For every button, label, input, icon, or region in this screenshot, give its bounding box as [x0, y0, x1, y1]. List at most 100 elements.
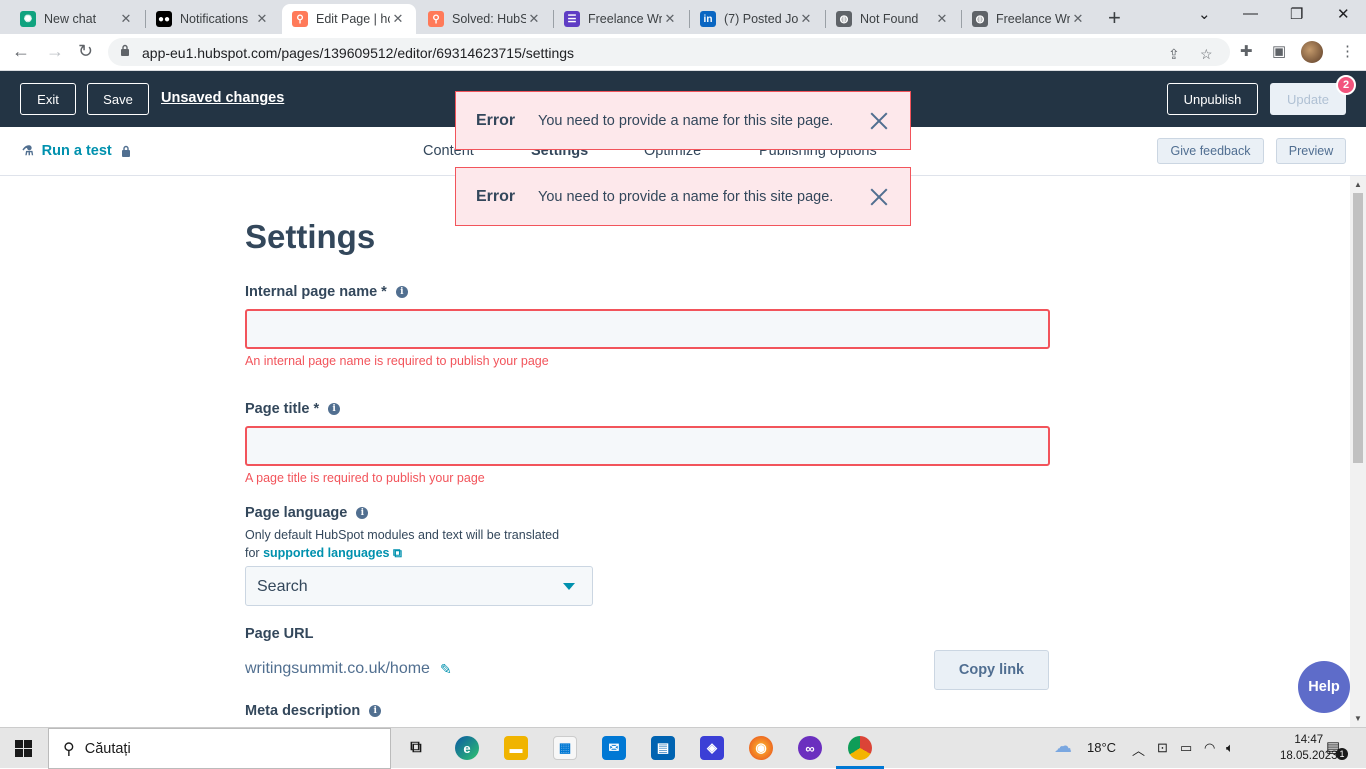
hubspot-icon: ⚲ — [428, 11, 444, 27]
close-icon[interactable] — [868, 186, 890, 208]
tab-title: Freelance Wri — [588, 12, 662, 26]
chrome-icon[interactable] — [848, 736, 872, 760]
weather-temperature[interactable]: 18°C — [1087, 740, 1116, 755]
store-icon[interactable]: ▦ — [553, 736, 577, 760]
windows-taskbar: ⚲ Căutați ⧉ e ▬ ▦ ✉ ▤ ◈ ◉ ∞ ☁ 18°C ︿ ⊡ ▭… — [0, 727, 1366, 769]
address-bar-row: ← → ↻ app-eu1.hubspot.com/pages/13960951… — [0, 34, 1366, 71]
unsaved-changes-link[interactable]: Unsaved changes — [161, 90, 284, 106]
taskbar-search-box[interactable]: ⚲ Căutați — [48, 728, 391, 769]
exit-button[interactable]: Exit — [20, 83, 76, 115]
help-button[interactable]: Help — [1298, 661, 1350, 713]
search-icon: ⚲ — [63, 740, 75, 758]
close-icon[interactable]: ✕ — [254, 11, 270, 27]
browser-tab-freelance-1[interactable]: ☰ Freelance Wri ✕ — [554, 4, 688, 34]
bookmark-star-icon[interactable]: ☆ — [1200, 46, 1213, 63]
taskbar-search-text: Căutați — [84, 740, 131, 757]
error-toast: Error You need to provide a name for thi… — [455, 91, 911, 150]
settings-panel: Settings Internal page name * i An inter… — [0, 176, 1350, 727]
restore-icon[interactable]: ❐ — [1290, 5, 1303, 23]
info-icon[interactable]: i — [395, 286, 408, 298]
tab-title: Freelance Wri — [996, 12, 1070, 26]
browser-tab-new-chat[interactable]: ✺ New chat ✕ — [10, 4, 144, 34]
profile-avatar[interactable] — [1301, 41, 1323, 63]
browser-tab-freelance-2[interactable]: ◍ Freelance Wri ✕ — [962, 4, 1096, 34]
app-hexagon-icon[interactable]: ◈ — [700, 736, 724, 760]
browser-tab-not-found[interactable]: ◍ Not Found ✕ — [826, 4, 960, 34]
internal-name-label-text: Internal page name * — [245, 284, 387, 300]
close-icon[interactable]: ✕ — [1070, 11, 1086, 27]
tab-search-chevron-icon[interactable]: ⌄ — [1198, 5, 1211, 23]
tab-title: Notifications — [180, 12, 249, 26]
browser-tab-linkedin[interactable]: in (7) Posted Jol ✕ — [690, 4, 824, 34]
app-icon[interactable]: ▤ — [651, 736, 675, 760]
internal-name-error: An internal page name is required to pub… — [245, 354, 549, 368]
page-title-input[interactable] — [245, 426, 1050, 466]
info-icon[interactable]: i — [356, 507, 369, 519]
page-language-select[interactable]: Search — [245, 566, 593, 606]
close-window-icon[interactable]: ✕ — [1337, 5, 1350, 23]
medium-icon: ●● — [156, 11, 172, 27]
app-mask-icon[interactable]: ∞ — [798, 736, 822, 760]
close-icon[interactable] — [868, 110, 890, 132]
battery-icon[interactable]: ▭ — [1180, 740, 1192, 756]
weather-cloud-icon[interactable]: ☁ — [1054, 736, 1072, 757]
chatgpt-icon: ✺ — [20, 11, 36, 27]
copy-link-button[interactable]: Copy link — [934, 650, 1049, 690]
back-arrow-icon[interactable]: ← — [12, 41, 30, 62]
reload-icon[interactable]: ↻ — [78, 41, 93, 62]
wifi-icon[interactable]: ◠ — [1204, 740, 1215, 756]
supported-languages-link-text: supported languages — [263, 546, 390, 560]
page-url-value: writingsummit.co.uk/home ✎ — [245, 660, 452, 678]
page-scrollbar[interactable]: ▲ ▼ — [1350, 176, 1366, 727]
file-explorer-icon[interactable]: ▬ — [504, 736, 528, 760]
task-view-icon[interactable]: ⧉ — [404, 736, 428, 760]
chevron-up-icon[interactable]: ︿ — [1132, 740, 1145, 759]
give-feedback-button[interactable]: Give feedback — [1157, 138, 1264, 164]
info-icon[interactable]: i — [369, 705, 382, 717]
internal-name-input[interactable] — [245, 309, 1050, 349]
close-icon[interactable]: ✕ — [118, 11, 134, 27]
caret-down-icon — [563, 583, 575, 590]
menu-kebab-icon[interactable]: ⋮ — [1340, 42, 1355, 60]
unpublish-button[interactable]: Unpublish — [1167, 83, 1258, 115]
url-omnibox[interactable]: app-eu1.hubspot.com/pages/139609512/edit… — [108, 38, 1230, 66]
info-icon[interactable]: i — [328, 403, 341, 415]
lock-icon — [121, 145, 130, 157]
new-tab-icon[interactable]: + — [1108, 5, 1121, 31]
share-icon[interactable]: ⇪ — [1168, 46, 1180, 63]
page-language-label: Page language i — [245, 505, 369, 521]
edge-icon[interactable]: e — [455, 736, 479, 760]
save-button[interactable]: Save — [87, 83, 149, 115]
mail-icon[interactable]: ✉ — [602, 736, 626, 760]
extensions-icon[interactable]: ✚ — [1240, 42, 1253, 60]
forward-arrow-icon[interactable]: → — [46, 41, 64, 62]
close-icon[interactable]: ✕ — [662, 11, 678, 27]
browser-tab-solved-hubspot[interactable]: ⚲ Solved: HubSp ✕ — [418, 4, 552, 34]
preview-button[interactable]: Preview — [1276, 138, 1346, 164]
run-a-test-label: Run a test — [41, 143, 112, 159]
supported-languages-link[interactable]: supported languages ⧉ — [263, 546, 402, 560]
language-help-prefix: for — [245, 546, 264, 560]
close-icon[interactable]: ✕ — [798, 11, 814, 27]
close-icon[interactable]: ✕ — [934, 11, 950, 27]
windows-start-icon[interactable] — [15, 740, 32, 757]
run-a-test-link[interactable]: ⚗ Run a test — [22, 143, 131, 159]
side-panel-icon[interactable]: ▣ — [1272, 42, 1286, 60]
globe-icon: ◍ — [836, 11, 852, 27]
close-icon[interactable]: ✕ — [526, 11, 542, 27]
browser-tab-edit-page[interactable]: ⚲ Edit Page | hc ✕ — [282, 4, 416, 34]
close-icon[interactable]: ✕ — [390, 11, 406, 27]
browser-tab-strip: ✺ New chat ✕ ●● Notifications ✕ ⚲ Edit P… — [0, 0, 1366, 34]
linkedin-icon: in — [700, 11, 716, 27]
pencil-edit-icon[interactable]: ✎ — [440, 661, 452, 678]
firefox-icon[interactable]: ◉ — [749, 736, 773, 760]
scrollbar-thumb[interactable] — [1353, 193, 1363, 463]
update-button[interactable]: Update — [1270, 83, 1346, 115]
minimize-icon[interactable]: — — [1243, 5, 1258, 22]
volume-icon[interactable]: 🔈︎ — [1226, 740, 1234, 756]
browser-tab-notifications[interactable]: ●● Notifications ✕ — [146, 4, 280, 34]
meta-description-label-text: Meta description — [245, 703, 361, 719]
scroll-down-arrow-icon[interactable]: ▼ — [1354, 714, 1362, 723]
meet-now-icon[interactable]: ⊡ — [1157, 740, 1168, 756]
scroll-up-arrow-icon[interactable]: ▲ — [1354, 180, 1362, 189]
